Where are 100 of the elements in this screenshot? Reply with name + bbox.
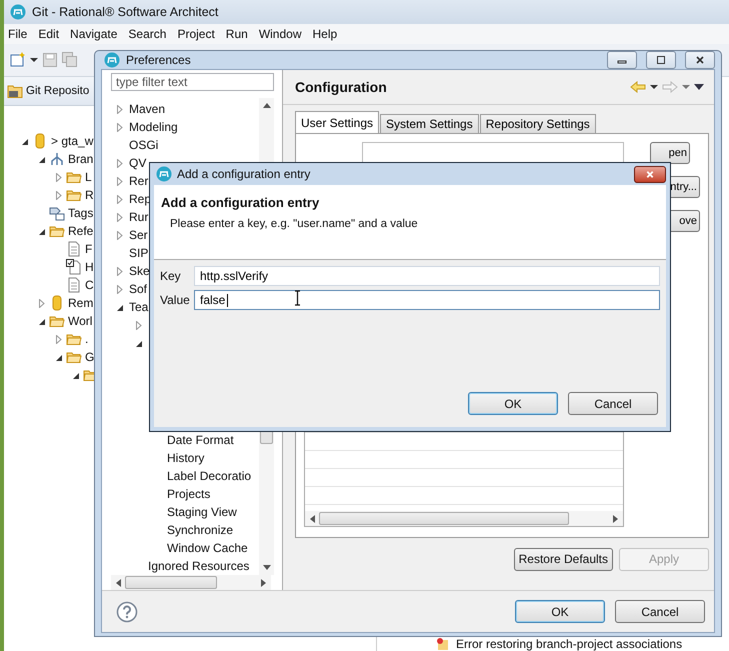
tree-item[interactable]: Tea [129,300,148,314]
collapsed-triangle-icon[interactable] [37,298,46,308]
tree-item[interactable]: . [85,332,88,346]
restore-defaults-button[interactable]: Restore Defaults [514,548,613,570]
menu-item[interactable]: Help [312,27,338,41]
tree-item[interactable]: Refe [68,224,94,238]
tree-item[interactable]: G [85,350,94,364]
collapsed-triangle-icon[interactable] [115,194,124,204]
menu-item[interactable]: Edit [38,27,60,41]
tree-item[interactable]: F [85,242,92,256]
tree-item[interactable]: Worl [68,314,92,328]
menu-item[interactable]: Navigate [70,27,118,41]
menu-item[interactable]: Search [128,27,166,41]
tree-item[interactable]: OSGi [129,138,158,152]
filter-field[interactable]: type filter text [111,73,274,91]
tree-item[interactable]: Maven [129,102,166,116]
menu-item[interactable]: Run [226,27,248,41]
tree-item[interactable]: Label Decoratio [167,469,252,483]
collapsed-triangle-icon[interactable] [115,230,124,240]
collapsed-triangle-icon[interactable] [54,190,63,200]
tree-item[interactable]: Rem [68,296,94,310]
collapsed-triangle-icon[interactable] [115,122,124,132]
expanded-triangle-icon[interactable] [71,370,80,380]
tree-item[interactable]: Rur [129,210,148,224]
horizontal-scrollbar[interactable] [305,511,623,526]
save-all-icon[interactable] [62,52,78,68]
dialog-heading: Add a configuration entry [161,195,320,210]
tree-item[interactable]: Synchronize [167,523,234,537]
tree-item[interactable]: Ignored Resources [148,559,250,573]
scroll-right-icon[interactable] [613,514,619,522]
tree-item[interactable]: Tags [68,206,94,220]
tree-item[interactable]: > gta_w [51,134,94,148]
scroll-thumb[interactable] [125,576,217,589]
expanded-triangle-icon[interactable] [37,316,46,326]
tree-item[interactable]: H [85,260,94,274]
tab[interactable]: System Settings [380,114,479,133]
collapsed-triangle-icon[interactable] [115,104,124,114]
view-menu-icon[interactable] [694,83,704,91]
menu-item[interactable]: Project [177,27,215,41]
problem-entry[interactable]: Error restoring branch-project associations [456,637,682,651]
tree-item[interactable]: C [85,278,94,292]
window-title: Git - Rational® Software Architect [32,5,218,19]
dialog-button[interactable]: OK [515,600,605,623]
maximize-button[interactable] [646,51,676,69]
collapsed-triangle-icon[interactable] [54,172,63,182]
tree-item[interactable]: Window Cache [167,541,248,555]
help-icon[interactable] [116,600,138,622]
close-button[interactable] [634,166,666,182]
minimize-button[interactable] [607,51,637,69]
close-button[interactable] [685,51,715,69]
collapsed-triangle-icon[interactable] [115,176,124,186]
tree-item[interactable]: Date Format [167,433,234,447]
collapsed-triangle-icon[interactable] [134,320,143,330]
tab[interactable]: User Settings [295,111,380,133]
collapsed-triangle-icon[interactable] [115,284,124,294]
new-file-icon[interactable] [10,52,26,68]
input-field[interactable]: http.sslVerify [194,266,660,286]
tree-item[interactable]: Ske [129,264,150,278]
tree-item[interactable]: Staging View [167,505,237,519]
horizontal-scrollbar[interactable] [111,575,271,590]
tree-item[interactable]: R [85,188,94,202]
scroll-left-icon[interactable] [309,514,315,522]
dialog-button[interactable]: Cancel [568,392,658,415]
tree-item[interactable]: SIP [129,246,148,260]
tree-item[interactable]: Sof [129,282,148,296]
dropdown-caret-icon[interactable] [650,83,658,91]
menu-item[interactable]: File [8,27,28,41]
scroll-right-icon[interactable] [261,578,267,586]
expanded-triangle-icon[interactable] [54,352,63,362]
field-label: Key [160,269,182,283]
collapsed-triangle-icon[interactable] [54,334,63,344]
menu-item[interactable]: Window [258,27,302,41]
page-title: Configuration [295,79,387,95]
collapsed-triangle-icon[interactable] [115,158,124,168]
tree-item[interactable]: Bran [68,152,94,166]
dropdown-caret-icon[interactable] [30,56,38,64]
dialog-button[interactable]: Cancel [615,600,705,623]
scroll-thumb[interactable] [319,512,569,525]
tree-item[interactable]: QV [129,156,146,170]
collapsed-triangle-icon[interactable] [115,212,124,222]
dialog-button[interactable]: OK [468,392,558,415]
tree-item[interactable]: History [167,451,204,465]
tree-item[interactable]: L [85,170,92,184]
tree-item[interactable]: Projects [167,487,210,501]
collapsed-triangle-icon[interactable] [115,266,124,276]
expanded-triangle-icon[interactable] [37,154,46,164]
tree-item[interactable]: Rer [129,174,148,188]
expanded-triangle-icon[interactable] [134,338,143,348]
expanded-triangle-icon[interactable] [20,136,29,146]
side-button[interactable]: pen [650,142,690,164]
tree-item[interactable]: Ser [129,228,148,242]
tree-item[interactable]: Modeling [129,120,178,134]
scroll-left-icon[interactable] [115,578,121,586]
tab[interactable]: Repository Settings [480,114,596,133]
view-title[interactable]: Git Reposito [26,85,90,97]
scroll-up-icon[interactable] [262,102,270,108]
scroll-down-icon[interactable] [262,565,270,571]
expanded-triangle-icon[interactable] [37,226,46,236]
expanded-triangle-icon[interactable] [115,302,124,312]
input-field[interactable]: false [194,290,660,310]
